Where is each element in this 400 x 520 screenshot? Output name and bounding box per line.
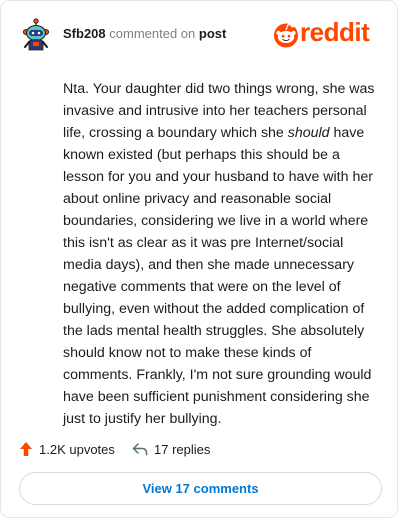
comment-header: Sfb208 commented on post reddit bbox=[21, 17, 381, 52]
reply-count: 17 replies bbox=[154, 441, 211, 457]
reddit-logo[interactable]: reddit bbox=[273, 17, 381, 50]
comment-card: Sfb208 commented on post reddit Nta. You… bbox=[0, 0, 398, 518]
reddit-wordmark: reddit bbox=[300, 17, 370, 47]
upvote-arrow-icon bbox=[20, 442, 32, 456]
comment-emphasis: should bbox=[287, 125, 330, 141]
comment-meta: Sfb208 commented on post bbox=[63, 26, 226, 42]
post-link[interactable]: post bbox=[199, 26, 226, 41]
username-link[interactable]: Sfb208 bbox=[63, 26, 106, 41]
user-avatar[interactable] bbox=[21, 18, 51, 52]
view-comments-button[interactable]: View 17 comments bbox=[19, 472, 382, 505]
reply-arrow-icon bbox=[132, 443, 148, 456]
reddit-snoo-icon bbox=[274, 23, 298, 48]
comment-text-2: have known existed (but perhaps this sho… bbox=[63, 125, 373, 427]
upvote-count: 1.2K upvotes bbox=[39, 441, 115, 457]
action-text: commented on bbox=[109, 26, 196, 41]
upvote-button[interactable]: 1.2K upvotes bbox=[19, 439, 115, 459]
comment-body: Nta. Your daughter did two things wrong,… bbox=[63, 78, 381, 430]
replies-button[interactable]: 17 replies bbox=[132, 439, 210, 459]
